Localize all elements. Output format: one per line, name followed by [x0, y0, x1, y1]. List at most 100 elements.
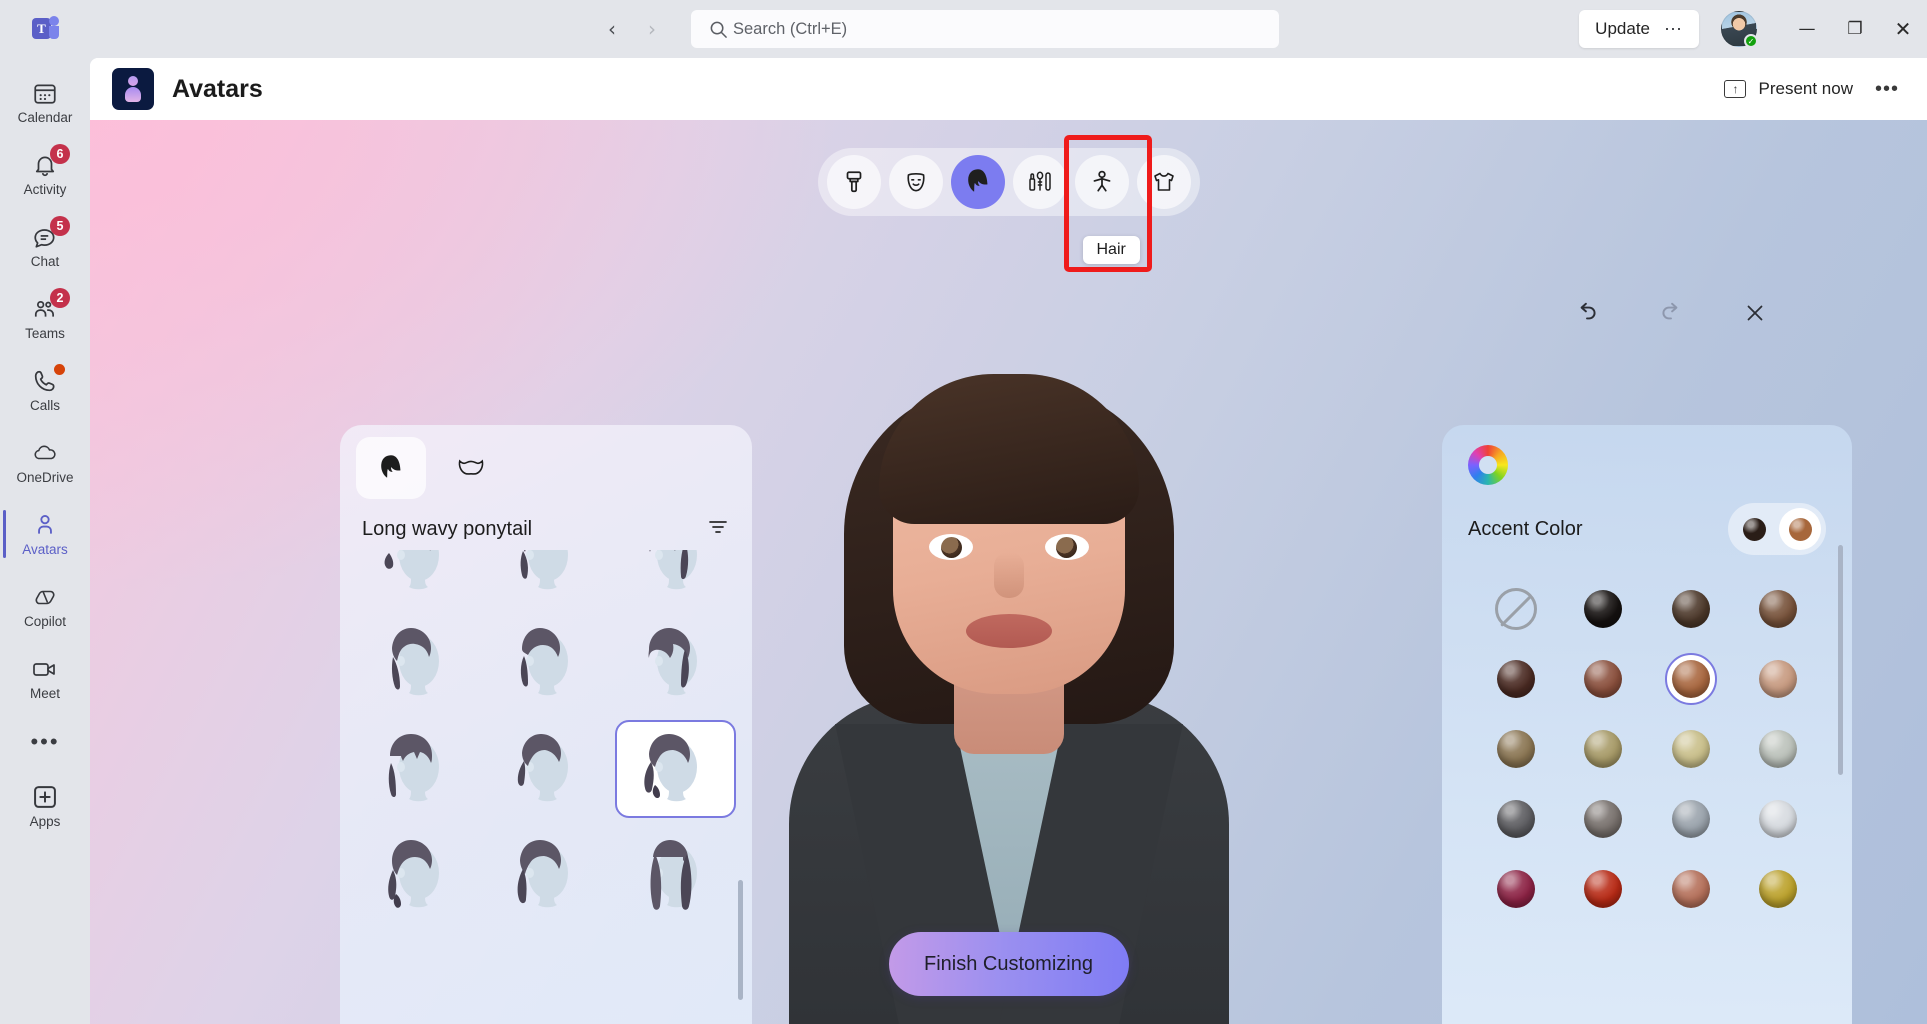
rail-item-meet[interactable]: Meet	[0, 642, 90, 714]
close-button[interactable]: ✕	[1879, 0, 1927, 58]
minimize-button[interactable]: —	[1783, 0, 1831, 58]
hair-style-style-12[interactable]	[615, 826, 736, 924]
rail-item-copilot[interactable]: Copilot	[0, 570, 90, 642]
hair-grid-scrollbar[interactable]	[738, 880, 743, 1000]
category-face[interactable]	[888, 155, 943, 209]
hair-thumbnail-icon	[371, 827, 463, 924]
search-input[interactable]: Search (Ctrl+E)	[733, 20, 847, 39]
rail-item-calls[interactable]: Calls	[0, 354, 90, 426]
present-now-button[interactable]: ↑ Present now	[1724, 79, 1853, 99]
category-hair[interactable]	[950, 155, 1005, 209]
page-title: Avatars	[172, 74, 263, 103]
redo-button[interactable]	[1654, 298, 1688, 332]
color-swatch-black[interactable]	[1577, 583, 1629, 635]
filter-icon[interactable]	[706, 515, 730, 544]
hair-style-style-8[interactable]	[485, 720, 606, 818]
hair-style-panel: Long wavy ponytail	[340, 425, 752, 1024]
hair-thumbnail-icon	[371, 550, 463, 606]
hair-style-style-7[interactable]	[356, 720, 477, 818]
color-swatch-chestnut[interactable]	[1577, 653, 1629, 705]
color-swatch-none[interactable]	[1490, 583, 1542, 635]
rail-item-onedrive[interactable]: OneDrive	[0, 426, 90, 498]
color-wheel-icon[interactable]	[1468, 445, 1508, 485]
search-icon	[703, 20, 733, 39]
window-controls: — ❐ ✕	[1783, 0, 1927, 58]
rail-item-label: Meet	[29, 686, 60, 701]
color-swatch-gold[interactable]	[1752, 863, 1804, 915]
update-more-icon[interactable]: ⋯	[1664, 19, 1683, 40]
undo-button[interactable]	[1570, 298, 1604, 332]
color-swatch-medium-brown[interactable]	[1752, 583, 1804, 635]
undo-icon	[1574, 300, 1600, 331]
hair-thumbnail-icon	[629, 615, 721, 712]
swatch-cell	[1735, 583, 1823, 635]
hair-style-style-4[interactable]	[356, 614, 477, 712]
search-bar[interactable]: Search (Ctrl+E)	[691, 10, 1279, 48]
teams-logo-dot	[49, 16, 59, 26]
update-button[interactable]: Update ⋯	[1579, 10, 1699, 48]
hair-style-style-10[interactable]	[356, 826, 477, 924]
account-avatar[interactable]: ✓	[1721, 11, 1758, 48]
no-color-icon	[1494, 588, 1537, 630]
swatch-cell	[1735, 863, 1823, 915]
hair-style-style-2[interactable]	[485, 550, 606, 606]
hair-icon	[963, 167, 993, 197]
app-more-options-button[interactable]: •••	[1875, 78, 1905, 101]
close-button[interactable]	[1738, 298, 1772, 332]
swatch-cell	[1735, 793, 1823, 845]
rail-item-avatars[interactable]: Avatars	[0, 498, 90, 570]
forward-button[interactable]: ›	[635, 12, 669, 46]
rail-item-teams[interactable]: Teams 2	[0, 282, 90, 354]
category-toolbar: Hair	[817, 135, 1200, 272]
rail-item-chat[interactable]: Chat 5	[0, 210, 90, 282]
color-dot	[1496, 660, 1535, 698]
color-swatch-magenta[interactable]	[1490, 863, 1542, 915]
toggle-accent-swatch[interactable]	[1779, 508, 1821, 550]
category-makeup[interactable]	[1012, 155, 1067, 209]
color-swatch-white[interactable]	[1752, 793, 1804, 845]
color-swatch-charcoal-grey[interactable]	[1490, 793, 1542, 845]
rail-item-activity[interactable]: Activity 6	[0, 138, 90, 210]
color-swatch-salmon[interactable]	[1665, 863, 1717, 915]
rail-item-calendar[interactable]: Calendar	[0, 66, 90, 138]
rail-item-label: Avatars	[22, 542, 68, 557]
rail-item-label: Activity	[23, 182, 67, 197]
hair-thumbnail-icon	[629, 550, 721, 606]
hair-style-style-11[interactable]	[485, 826, 606, 924]
color-swatch-warm-grey[interactable]	[1577, 793, 1629, 845]
nav-arrows: ‹ ›	[595, 12, 669, 46]
hair-style-style-6[interactable]	[615, 614, 736, 712]
color-dot	[1671, 730, 1710, 768]
finish-customizing-button[interactable]: Finish Customizing	[888, 932, 1129, 996]
rail-item-label: Calls	[29, 398, 60, 413]
rail-more-button[interactable]: •••	[0, 714, 90, 770]
hair-style-style-9-long-wavy-ponytail[interactable]	[614, 720, 736, 818]
back-button[interactable]: ‹	[595, 12, 629, 46]
color-swatch-ash-blonde[interactable]	[1577, 723, 1629, 775]
category-base[interactable]	[826, 155, 881, 209]
maximize-button[interactable]: ❐	[1831, 0, 1879, 58]
category-bar	[817, 148, 1200, 216]
hair-style-style-5[interactable]	[485, 614, 606, 712]
tab-facial-hair[interactable]	[436, 437, 506, 499]
category-body[interactable]	[1074, 155, 1129, 209]
color-swatch-dark-blonde[interactable]	[1490, 723, 1542, 775]
color-swatch-deep-auburn[interactable]	[1490, 653, 1542, 705]
rail-item-apps[interactable]: Apps	[0, 770, 90, 842]
color-swatch-light-tan[interactable]	[1752, 653, 1804, 705]
tab-hair[interactable]	[356, 437, 426, 499]
rail-item-label: OneDrive	[16, 470, 74, 485]
close-icon	[1743, 301, 1767, 330]
color-swatch-copper-brown[interactable]	[1664, 653, 1717, 705]
color-swatch-platinum-blonde[interactable]	[1752, 723, 1804, 775]
color-swatch-golden-blonde[interactable]	[1665, 723, 1717, 775]
color-grid-scrollbar[interactable]	[1838, 545, 1843, 775]
hair-style-style-1[interactable]	[356, 550, 477, 606]
color-swatch-dark-brown[interactable]	[1665, 583, 1717, 635]
hair-thumbnail-icon	[500, 827, 592, 924]
color-swatch-red[interactable]	[1577, 863, 1629, 915]
hair-style-style-3[interactable]	[615, 550, 736, 606]
color-swatch-silver[interactable]	[1665, 793, 1717, 845]
toggle-primary-swatch[interactable]	[1733, 508, 1775, 550]
category-clothing[interactable]	[1136, 155, 1191, 209]
